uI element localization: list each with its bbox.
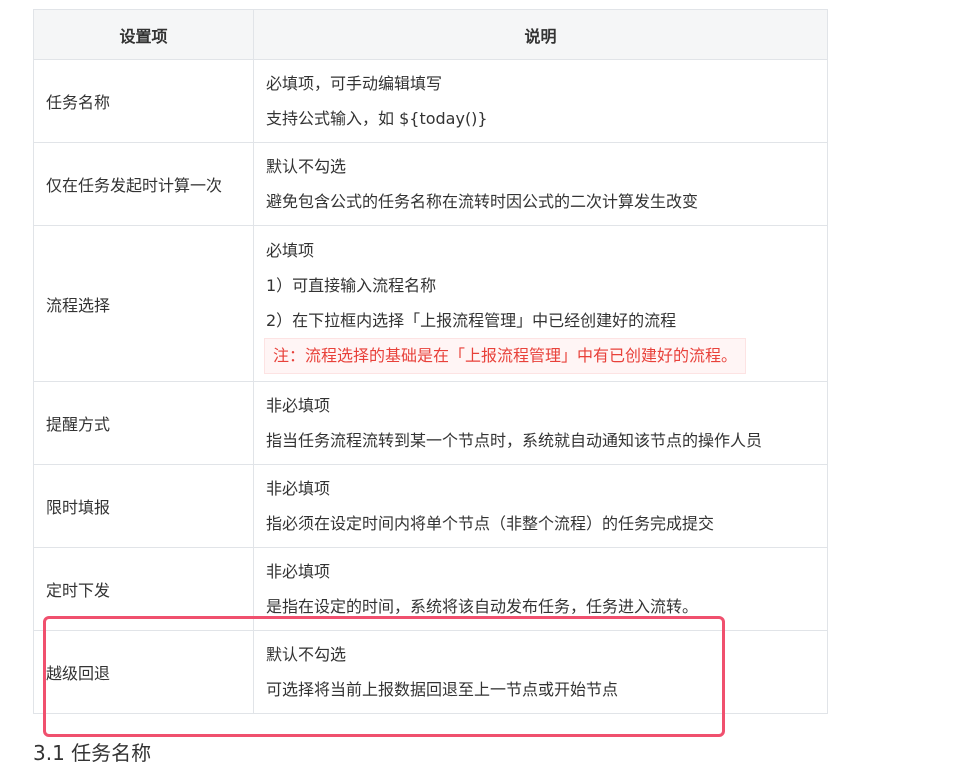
column-header-description: 说明 xyxy=(253,9,828,60)
setting-name: 提醒方式 xyxy=(33,381,254,465)
warning-note: 注：流程选择的基础是在「上报流程管理」中有已创建好的流程。 xyxy=(264,338,747,374)
setting-description: 非必填项 指当任务流程流转到某一个节点时，系统就自动通知该节点的操作人员 xyxy=(253,381,828,465)
table-row: 定时下发 非必填项 是指在设定的时间，系统将该自动发布任务，任务进入流转。 xyxy=(33,547,828,631)
setting-description: 非必填项 指必须在设定时间内将单个节点（非整个流程）的任务完成提交 xyxy=(253,464,828,548)
description-line: 指必须在设定时间内将单个节点（非整个流程）的任务完成提交 xyxy=(266,514,715,533)
description-line: 1）可直接输入流程名称 xyxy=(266,276,437,295)
table-row: 仅在任务发起时计算一次 默认不勾选 避免包含公式的任务名称在流转时因公式的二次计… xyxy=(33,142,828,226)
description-line: 支持公式输入，如 ${today()} xyxy=(266,109,488,128)
table-row: 越级回退 默认不勾选 可选择将当前上报数据回退至上一节点或开始节点 xyxy=(33,630,828,714)
description-line: 指当任务流程流转到某一个节点时，系统就自动通知该节点的操作人员 xyxy=(266,431,763,450)
description-line: 避免包含公式的任务名称在流转时因公式的二次计算发生改变 xyxy=(266,192,699,211)
description-line: 非必填项 xyxy=(266,479,331,498)
column-header-setting: 设置项 xyxy=(33,9,254,60)
description-line: 非必填项 xyxy=(266,396,331,415)
description-line: 非必填项 xyxy=(266,562,331,581)
table-row: 任务名称 必填项，可手动编辑填写 支持公式输入，如 ${today()} xyxy=(33,59,828,143)
description-line: 可选择将当前上报数据回退至上一节点或开始节点 xyxy=(266,680,619,699)
description-line: 2）在下拉框内选择「上报流程管理」中已经创建好的流程 xyxy=(266,311,677,330)
setting-description: 必填项 1）可直接输入流程名称 2）在下拉框内选择「上报流程管理」中已经创建好的… xyxy=(253,225,828,382)
description-line: 是指在设定的时间，系统将该自动发布任务，任务进入流转。 xyxy=(266,597,699,616)
description-line: 必填项，可手动编辑填写 xyxy=(266,74,443,93)
setting-name: 流程选择 xyxy=(33,225,254,382)
setting-description: 默认不勾选 可选择将当前上报数据回退至上一节点或开始节点 xyxy=(253,630,828,714)
setting-description: 非必填项 是指在设定的时间，系统将该自动发布任务，任务进入流转。 xyxy=(253,547,828,631)
table-row: 限时填报 非必填项 指必须在设定时间内将单个节点（非整个流程）的任务完成提交 xyxy=(33,464,828,548)
description-line: 必填项 xyxy=(266,241,315,260)
table-header-row: 设置项 说明 xyxy=(33,9,828,60)
table-row: 提醒方式 非必填项 指当任务流程流转到某一个节点时，系统就自动通知该节点的操作人… xyxy=(33,381,828,465)
setting-name: 仅在任务发起时计算一次 xyxy=(33,142,254,226)
description-line: 默认不勾选 xyxy=(266,157,347,176)
setting-name: 越级回退 xyxy=(33,630,254,714)
table-row: 流程选择 必填项 1）可直接输入流程名称 2）在下拉框内选择「上报流程管理」中已… xyxy=(33,225,828,382)
description-line: 默认不勾选 xyxy=(266,645,347,664)
section-heading: 3.1 任务名称 xyxy=(33,741,152,765)
setting-name: 限时填报 xyxy=(33,464,254,548)
setting-description: 必填项，可手动编辑填写 支持公式输入，如 ${today()} xyxy=(253,59,828,143)
setting-description: 默认不勾选 避免包含公式的任务名称在流转时因公式的二次计算发生改变 xyxy=(253,142,828,226)
settings-table: 设置项 说明 任务名称 必填项，可手动编辑填写 支持公式输入，如 ${today… xyxy=(33,9,828,714)
setting-name: 任务名称 xyxy=(33,59,254,143)
setting-name: 定时下发 xyxy=(33,547,254,631)
